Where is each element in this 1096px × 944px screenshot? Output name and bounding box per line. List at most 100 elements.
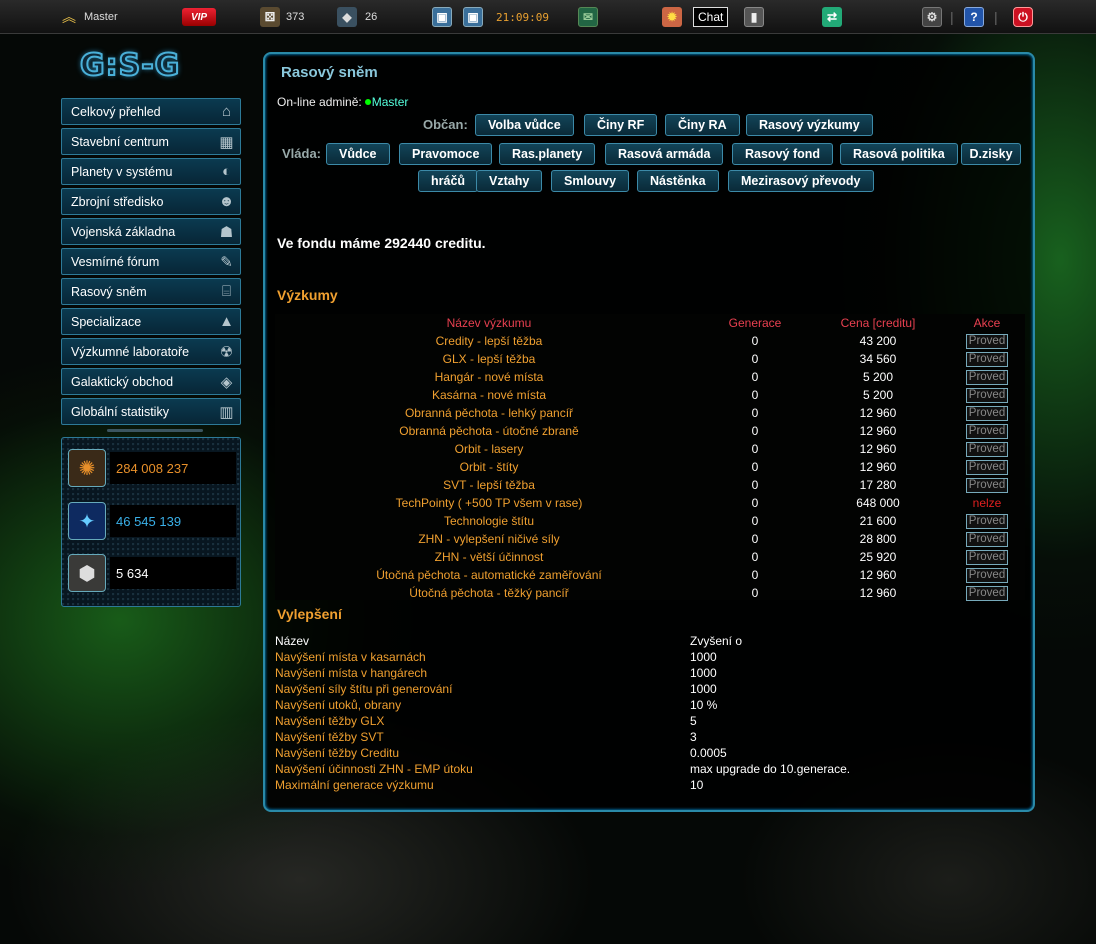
research-generation: 0	[751, 352, 759, 366]
ship-icon[interactable]: ◆	[337, 7, 357, 27]
stats-icon[interactable]: ▮	[744, 7, 764, 27]
perform-research-button[interactable]: Proved	[966, 424, 1008, 439]
btn-race-army[interactable]: Rasová armáda	[605, 143, 724, 165]
perform-research-button[interactable]: Proved	[966, 370, 1008, 385]
obcan-label: Občan:	[423, 117, 468, 132]
perform-research-button[interactable]: Proved	[966, 532, 1008, 547]
vlada-label: Vláda:	[282, 146, 322, 161]
sidebar-nav: Celkový přehled ⌂ Stavební centrum ▦ Pla…	[61, 98, 241, 432]
logout-power-icon[interactable]: ⏻	[1013, 7, 1033, 27]
perform-research-button[interactable]: Proved	[966, 388, 1008, 403]
resource-glx: ✦ 46 545 139	[68, 502, 236, 540]
upgrades-title: Vylepšení	[277, 606, 342, 622]
perform-research-button[interactable]: Proved	[966, 442, 1008, 457]
sidebar-item-statistics[interactable]: Globální statistiky ▥	[61, 398, 241, 425]
upgrade-name: Maximální generace výzkumu	[275, 778, 434, 792]
upgrades-header-row: Název Zvyšení o	[275, 634, 1035, 650]
sidebar-item-overview[interactable]: Celkový přehled ⌂	[61, 98, 241, 125]
research-name: Útočná pěchota - těžký pancíř	[409, 586, 569, 600]
list-item: Navýšení utoků, obrany 10 %	[275, 698, 1035, 714]
sidebar-item-race-council[interactable]: Rasový sněm ⌸	[61, 278, 241, 305]
upgrade-name: Navýšení účinnosti ZHN - EMP útoku	[275, 762, 473, 776]
save-slot-2-icon[interactable]: ▣	[463, 7, 483, 27]
btn-players[interactable]: hráčů	[418, 170, 479, 192]
btn-player-profits[interactable]: D.zisky	[961, 143, 1021, 165]
upgrade-value: 10	[690, 778, 704, 792]
btn-treaties[interactable]: Smlouvy	[551, 170, 630, 192]
fund-status: Ve fondu máme 292440 creditu.	[277, 235, 486, 251]
dice-icon[interactable]: ⚄	[260, 7, 280, 27]
fire-icon[interactable]: ✹	[662, 7, 682, 27]
table-row: Obranná pěchota - útočné zbraně 0 12 960 Pr…	[275, 422, 1025, 440]
btn-race-planets[interactable]: Ras.planety	[499, 143, 596, 165]
separator: |	[994, 9, 998, 25]
research-cost: 12 960	[859, 460, 897, 474]
sidebar-item-military-base[interactable]: Vojenská základna ☗	[61, 218, 241, 245]
btn-race-politics[interactable]: Rasová politika	[840, 143, 958, 165]
research-generation: 0	[751, 424, 759, 438]
btn-leader[interactable]: Vůdce	[326, 143, 390, 165]
upgrade-value: 10 %	[690, 698, 718, 712]
btn-leader-election[interactable]: Volba vůdce	[475, 114, 574, 136]
credits-value: 284 008 237	[110, 452, 236, 484]
game-logo[interactable]: G:S-G	[79, 47, 230, 84]
forum-icon: ✎	[220, 253, 233, 271]
planet-icon: ◐	[221, 163, 232, 180]
table-row: SVT - lepší těžba 0 17 280 Proved	[275, 476, 1025, 494]
btn-race-fund[interactable]: Rasový fond	[732, 143, 834, 165]
sidebar-item-label: Globální statistiky	[71, 404, 169, 419]
table-row: ZHN - vylepšení ničivé síly 0 28 800 Proved	[275, 530, 1025, 548]
btn-interrace-transfers[interactable]: Mezirasový převody	[728, 170, 874, 192]
research-cost: 21 600	[859, 514, 897, 528]
research-name: Orbit - lasery	[454, 442, 524, 456]
username: Master	[84, 11, 118, 23]
sidebar-item-research-labs[interactable]: Výzkumné laboratoře ☢	[61, 338, 241, 365]
swap-icon[interactable]: ⇄	[822, 7, 842, 27]
sidebar-item-label: Stavební centrum	[71, 134, 169, 149]
perform-research-button[interactable]: Proved	[966, 460, 1008, 475]
perform-research-button[interactable]: Proved	[966, 550, 1008, 565]
chat-button[interactable]: Chat	[693, 7, 729, 27]
sidebar-item-armory[interactable]: Zbrojní středisko ☻	[61, 188, 241, 215]
settings-gear-icon[interactable]: ⚙	[922, 7, 942, 27]
list-item: Navýšení těžby Creditu 0.0005	[275, 746, 1035, 762]
col-gen-header: Generace	[728, 316, 782, 330]
resource-credits: ✺ 284 008 237	[68, 449, 236, 487]
perform-research-button[interactable]: Proved	[966, 568, 1008, 583]
table-row: ZHN - větší účinnost 0 25 920 Proved	[275, 548, 1025, 566]
perform-research-button[interactable]: Proved	[966, 586, 1008, 601]
sidebar-item-label: Vesmírné fórum	[71, 254, 160, 269]
sidebar-item-trade[interactable]: Galaktický obchod ◈	[61, 368, 241, 395]
user-info[interactable]: ︽ Master	[62, 7, 118, 27]
table-row: Obranná pěchota - lehký pancíř 0 12 960 Pro…	[275, 404, 1025, 422]
btn-deeds-rf[interactable]: Činy RF	[584, 114, 658, 136]
btn-powers[interactable]: Pravomoce	[399, 143, 493, 165]
research-title: Výzkumy	[277, 287, 338, 303]
mail-icon[interactable]: ✉	[578, 7, 598, 27]
btn-race-research[interactable]: Rasový výzkumy	[746, 114, 873, 136]
research-name: Obranná pěchota - útočné zbraně	[399, 424, 579, 438]
page-title: Rasový sněm	[281, 64, 378, 81]
btn-deeds-ra[interactable]: Činy RA	[665, 114, 740, 136]
perform-research-button[interactable]: Proved	[966, 334, 1008, 349]
sidebar-item-planets[interactable]: Planety v systému ◐	[61, 158, 241, 185]
research-name: Útočná pěchota - automatické zaměřování	[376, 568, 602, 582]
perform-research-button[interactable]: Proved	[966, 406, 1008, 421]
perform-research-button[interactable]: Proved	[966, 478, 1008, 493]
perform-research-button[interactable]: Proved	[966, 352, 1008, 367]
vip-button[interactable]: VIP	[182, 8, 216, 26]
col-action-header: Akce	[973, 316, 1001, 330]
help-icon[interactable]: ?	[964, 7, 984, 27]
table-row: Útočná pěchota - těžký pancíř 0 12 960 Prov…	[275, 584, 1025, 602]
sidebar-item-building-center[interactable]: Stavební centrum ▦	[61, 128, 241, 155]
sidebar-item-forum[interactable]: Vesmírné fórum ✎	[61, 248, 241, 275]
online-user[interactable]: Master	[372, 95, 409, 109]
dice-count: 373	[286, 11, 305, 23]
perform-research-button[interactable]: Proved	[966, 514, 1008, 529]
btn-notice-board[interactable]: Nástěnka	[637, 170, 719, 192]
upgrade-value: 0.0005	[690, 746, 727, 760]
sidebar-item-specialization[interactable]: Specializace ▲	[61, 308, 241, 335]
save-slot-1-icon[interactable]: ▣	[432, 7, 452, 27]
sidebar-item-label: Galaktický obchod	[71, 374, 174, 389]
btn-relations[interactable]: Vztahy	[476, 170, 543, 192]
